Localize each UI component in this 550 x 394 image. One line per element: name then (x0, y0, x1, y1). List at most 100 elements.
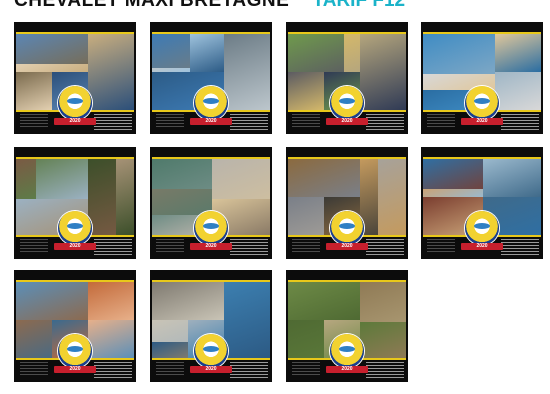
card-2: 2020 (150, 22, 272, 134)
fish-icon (339, 223, 355, 229)
card-photo (288, 159, 360, 197)
card-7: 2020 (286, 147, 408, 259)
card-photo (116, 159, 134, 235)
card-caption-right (94, 114, 132, 130)
card-photo (495, 34, 541, 72)
card-photo (88, 320, 134, 358)
badge-year: 2020 (341, 118, 353, 124)
card-1: 2020 (14, 22, 136, 134)
badge-emblem-icon (194, 211, 228, 245)
card-photo (152, 159, 212, 189)
card-6: 2020 (150, 147, 272, 259)
card-photo (360, 322, 406, 358)
card-caption-right (366, 362, 404, 378)
card-photo (16, 282, 88, 320)
badge-ribbon: 2020 (326, 118, 368, 125)
badge-ribbon: 2020 (461, 243, 503, 250)
badge-emblem-icon (194, 334, 228, 368)
badge-emblem-icon (194, 86, 228, 120)
card-caption-left (156, 362, 184, 376)
badge-emblem-icon (330, 334, 364, 368)
card-photo (423, 189, 483, 197)
fish-icon (203, 98, 219, 104)
fish-icon (67, 98, 83, 104)
card-caption-right (366, 239, 404, 255)
card-photo (152, 342, 188, 358)
card-photo (16, 72, 52, 110)
fish-icon (474, 98, 490, 104)
card-caption-right (501, 239, 539, 255)
card-caption-right (94, 362, 132, 378)
card-caption-left (20, 239, 48, 253)
card-3: 2020 (286, 22, 408, 134)
card-photo (288, 72, 324, 110)
card-caption-left (20, 362, 48, 376)
card-caption-left (427, 114, 455, 128)
card-caption-right (94, 239, 132, 255)
badge-year: 2020 (205, 243, 217, 249)
card-photo (16, 159, 36, 199)
card-caption-left (20, 114, 48, 128)
card-caption-right (230, 362, 268, 378)
card-photo (378, 159, 406, 235)
badge-ribbon: 2020 (190, 366, 232, 373)
card-photo (224, 282, 270, 358)
badge-year: 2020 (69, 366, 81, 372)
card-photo (483, 159, 541, 197)
calendar-grid: 2020 2020 2020 2020 2020 2020 2020 2020 2020 2020… (14, 22, 550, 392)
badge-emblem-icon (465, 86, 499, 120)
badge-ribbon: 2020 (461, 118, 503, 125)
card-caption-right (230, 114, 268, 130)
card-11: 2020 (286, 270, 408, 382)
badge-year: 2020 (341, 243, 353, 249)
card-caption-left (292, 239, 320, 253)
card-8: 2020 (421, 147, 543, 259)
card-10: 2020 (150, 270, 272, 382)
card-caption-left (292, 114, 320, 128)
card-photo (16, 64, 88, 72)
badge-emblem-icon (330, 211, 364, 245)
badge-ribbon: 2020 (54, 243, 96, 250)
fish-icon (339, 346, 355, 352)
badge-year: 2020 (69, 243, 81, 249)
card-caption-left (292, 362, 320, 376)
card-photo (152, 282, 224, 320)
card-photo (344, 34, 360, 72)
header-tarif: TARIF F12 (312, 0, 406, 11)
card-photo (360, 34, 406, 110)
card-4: 2020 (421, 22, 543, 134)
badge-emblem-icon (58, 86, 92, 120)
badge-ribbon: 2020 (190, 118, 232, 125)
header-title: CHEVALET MAXI BRETAGNE (14, 0, 290, 11)
card-caption-left (427, 239, 455, 253)
badge-emblem-icon (330, 86, 364, 120)
card-caption-right (366, 114, 404, 130)
badge-year: 2020 (69, 118, 81, 124)
card-caption-left (156, 114, 184, 128)
card-9: 2020 (14, 270, 136, 382)
badge-ribbon: 2020 (326, 243, 368, 250)
card-photo (224, 34, 270, 110)
card-photo (152, 68, 190, 72)
badge-year: 2020 (476, 243, 488, 249)
badge-ribbon: 2020 (326, 366, 368, 373)
badge-ribbon: 2020 (190, 243, 232, 250)
card-photo (88, 282, 134, 320)
card-caption-left (156, 239, 184, 253)
badge-emblem-icon (58, 334, 92, 368)
card-photo (190, 34, 224, 72)
card-photo (495, 72, 541, 110)
card-caption-right (230, 239, 268, 255)
badge-year: 2020 (476, 118, 488, 124)
page-header: CHEVALET MAXI BRETAGNE TARIF F12 (14, 0, 405, 12)
badge-ribbon: 2020 (54, 366, 96, 373)
card-caption-right (501, 114, 539, 130)
card-photo (88, 34, 134, 110)
badge-year: 2020 (341, 366, 353, 372)
fish-icon (203, 223, 219, 229)
badge-year: 2020 (205, 118, 217, 124)
fish-icon (203, 346, 219, 352)
badge-emblem-icon (58, 211, 92, 245)
badge-emblem-icon (465, 211, 499, 245)
fish-icon (474, 223, 490, 229)
